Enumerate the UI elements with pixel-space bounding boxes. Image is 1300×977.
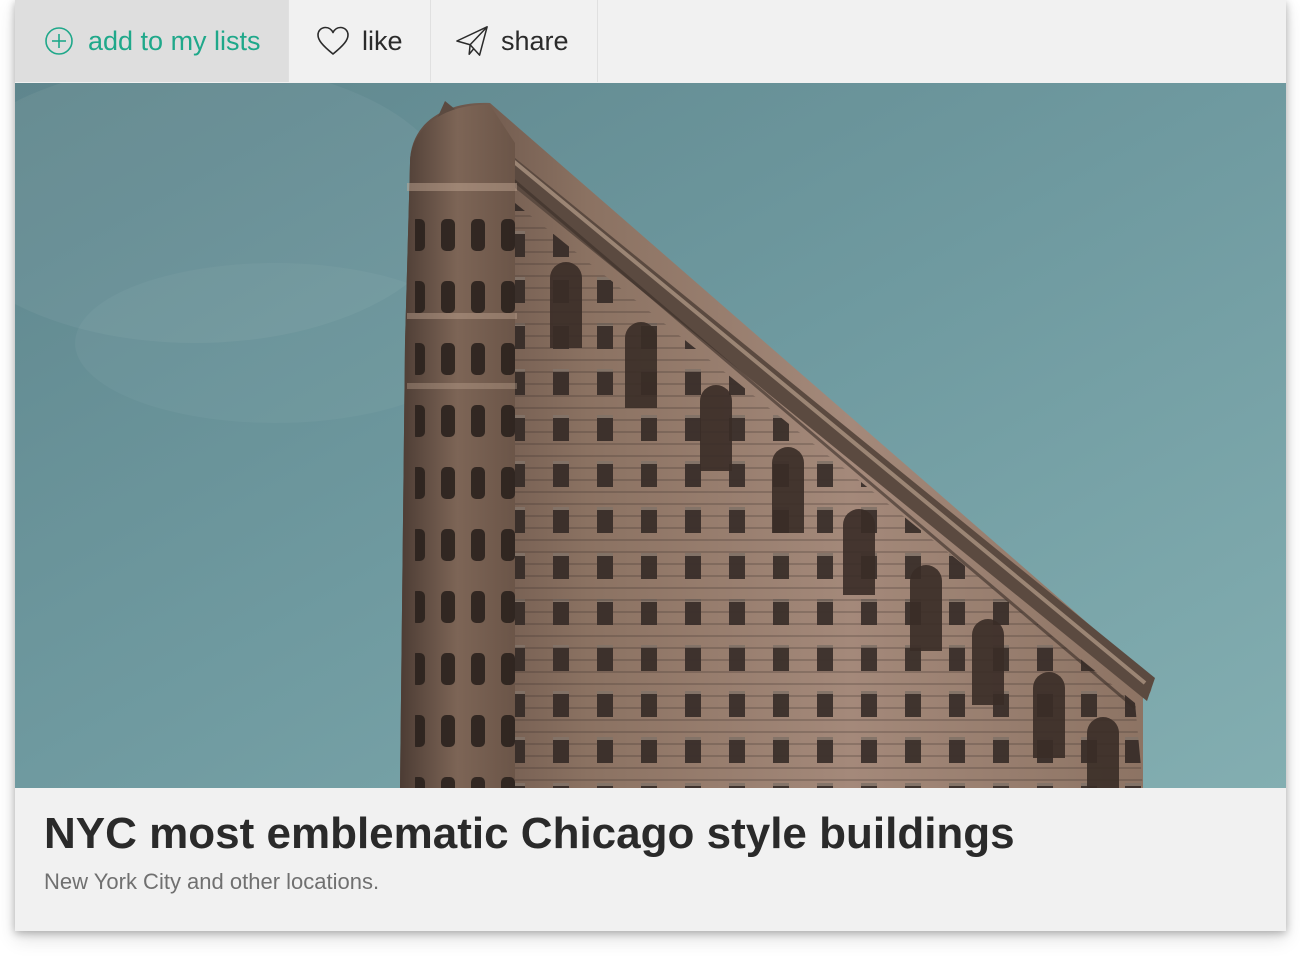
add-to-list-button[interactable]: add to my lists <box>15 0 289 82</box>
card-caption: NYC most emblematic Chicago style buildi… <box>44 808 1254 895</box>
like-label: like <box>362 25 403 56</box>
plus-circle-icon <box>42 24 76 58</box>
share-button[interactable]: share <box>431 0 598 82</box>
flatiron-building-photo <box>15 83 1286 788</box>
paper-plane-icon <box>455 24 489 58</box>
hero-image[interactable] <box>15 83 1286 788</box>
heart-icon <box>316 24 350 58</box>
card-toolbar: add to my lists like share <box>15 0 1286 82</box>
list-title[interactable]: NYC most emblematic Chicago style buildi… <box>44 808 1254 861</box>
add-to-list-label: add to my lists <box>88 25 261 56</box>
list-subtitle: New York City and other locations. <box>44 868 380 894</box>
like-button[interactable]: like <box>289 0 431 82</box>
share-label: share <box>501 25 569 56</box>
list-card: add to my lists like share NYC most embl… <box>15 0 1286 931</box>
